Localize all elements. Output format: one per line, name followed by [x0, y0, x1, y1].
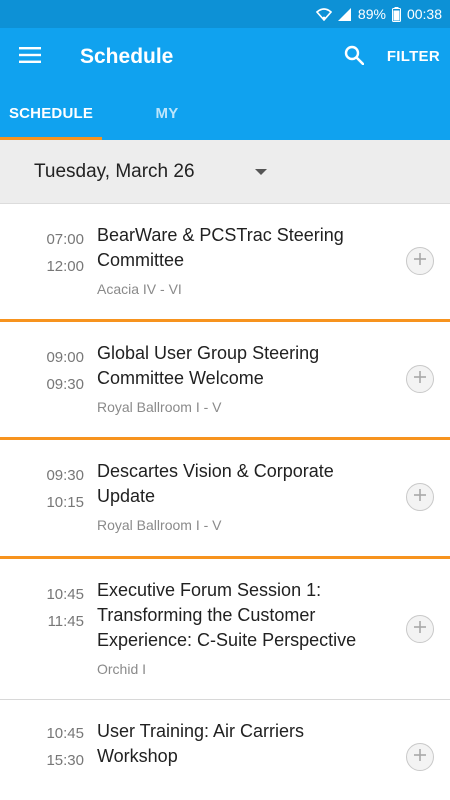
- add-to-schedule-button[interactable]: [406, 365, 434, 393]
- session-start-time: 10:45: [46, 725, 84, 742]
- session-room: Acacia IV - VI: [97, 281, 182, 297]
- page-title: Schedule: [80, 45, 174, 68]
- session-title: Global User Group Steering Committee Wel…: [97, 341, 387, 391]
- add-to-schedule-button[interactable]: [406, 247, 434, 275]
- hamburger-menu-icon: [19, 46, 41, 68]
- session-times: 07:00 12:00: [38, 226, 84, 280]
- session-room: Orchid I: [97, 661, 147, 677]
- date-bar: Tuesday, March 26: [0, 140, 450, 204]
- plus-icon: [413, 620, 427, 639]
- session-room: Royal Ballroom I - V: [97, 399, 222, 415]
- battery-percent: 89%: [357, 6, 386, 22]
- session-title-line: Global User Group Steering: [97, 343, 320, 363]
- search-button[interactable]: [336, 41, 372, 73]
- plus-icon: [413, 748, 427, 767]
- session-start-time: 09:00: [46, 349, 84, 366]
- session-title-line: Transforming the Customer: [97, 605, 316, 625]
- session-end-time: 09:30: [46, 376, 84, 393]
- session-item[interactable]: 07:00 12:00 BearWare & PCSTrac Steering …: [0, 204, 450, 322]
- tab-my-schedule[interactable]: MY SCHEDULE: [114, 86, 220, 178]
- add-to-schedule-button[interactable]: [406, 483, 434, 511]
- session-times: 10:45 11:45: [38, 581, 84, 635]
- session-times: 09:00 09:30: [38, 344, 84, 398]
- session-title-line: Update: [97, 486, 156, 506]
- tab-bar: SCHEDULE MY SCHEDULE: [0, 86, 450, 178]
- session-title: BearWare & PCSTrac Steering Committee: [97, 223, 387, 273]
- session-room: Royal Ballroom I - V: [97, 517, 222, 533]
- clock-time: 00:38: [406, 6, 442, 22]
- session-title-line: Descartes Vision & Corporate: [97, 461, 334, 481]
- session-end-time: 15:30: [46, 752, 84, 769]
- session-start-time: 09:30: [46, 467, 84, 484]
- session-title-line: Experience: C-Suite Perspective: [97, 630, 357, 650]
- filter-button[interactable]: FILTER: [387, 28, 440, 86]
- session-title-line: Workshop: [97, 746, 178, 766]
- selected-date: Tuesday, March 26: [34, 161, 195, 182]
- session-end-time: 11:45: [47, 613, 84, 630]
- session-title-line: Committee Welcome: [97, 368, 264, 388]
- session-title: Executive Forum Session 1: Transforming …: [97, 578, 387, 653]
- plus-icon: [413, 488, 427, 507]
- add-to-schedule-button[interactable]: [406, 743, 434, 771]
- session-item[interactable]: 10:45 11:45 Executive Forum Session 1: T…: [0, 559, 450, 700]
- session-start-time: 07:00: [46, 231, 84, 248]
- status-icons: 89% 00:38: [315, 0, 442, 28]
- status-bar: 89% 00:38: [0, 0, 450, 28]
- wifi-icon: [315, 7, 332, 21]
- session-title-line: BearWare & PCSTrac Steering: [97, 225, 344, 245]
- session-title-line: Executive Forum Session 1:: [97, 580, 322, 600]
- session-item[interactable]: 09:00 09:30 Global User Group Steering C…: [0, 322, 450, 440]
- session-end-time: 12:00: [46, 258, 84, 275]
- plus-icon: [413, 252, 427, 271]
- app-bar: Schedule FILTER: [0, 28, 450, 86]
- battery-icon: [391, 6, 401, 22]
- session-end-time: 10:15: [46, 494, 84, 511]
- signal-icon: [337, 7, 352, 21]
- plus-icon: [413, 370, 427, 389]
- session-title: Descartes Vision & Corporate Update: [97, 459, 387, 509]
- session-times: 10:45 15:30: [38, 720, 84, 774]
- tab-schedule[interactable]: SCHEDULE: [0, 86, 102, 140]
- session-times: 09:30 10:15: [38, 462, 84, 516]
- session-title: User Training: Air Carriers Workshop: [97, 719, 387, 769]
- search-icon: [344, 45, 365, 70]
- date-dropdown[interactable]: Tuesday, March 26: [0, 140, 290, 204]
- session-title-line: Committee: [97, 250, 185, 270]
- session-item[interactable]: 09:30 10:15 Descartes Vision & Corporate…: [0, 440, 450, 559]
- session-item[interactable]: 10:45 15:30 User Training: Air Carriers …: [0, 700, 450, 800]
- session-title-line: User Training: Air Carriers: [97, 721, 305, 741]
- menu-button[interactable]: [12, 41, 48, 73]
- session-start-time: 10:45: [46, 586, 84, 603]
- add-to-schedule-button[interactable]: [406, 615, 434, 643]
- dropdown-arrow-icon: [255, 169, 267, 175]
